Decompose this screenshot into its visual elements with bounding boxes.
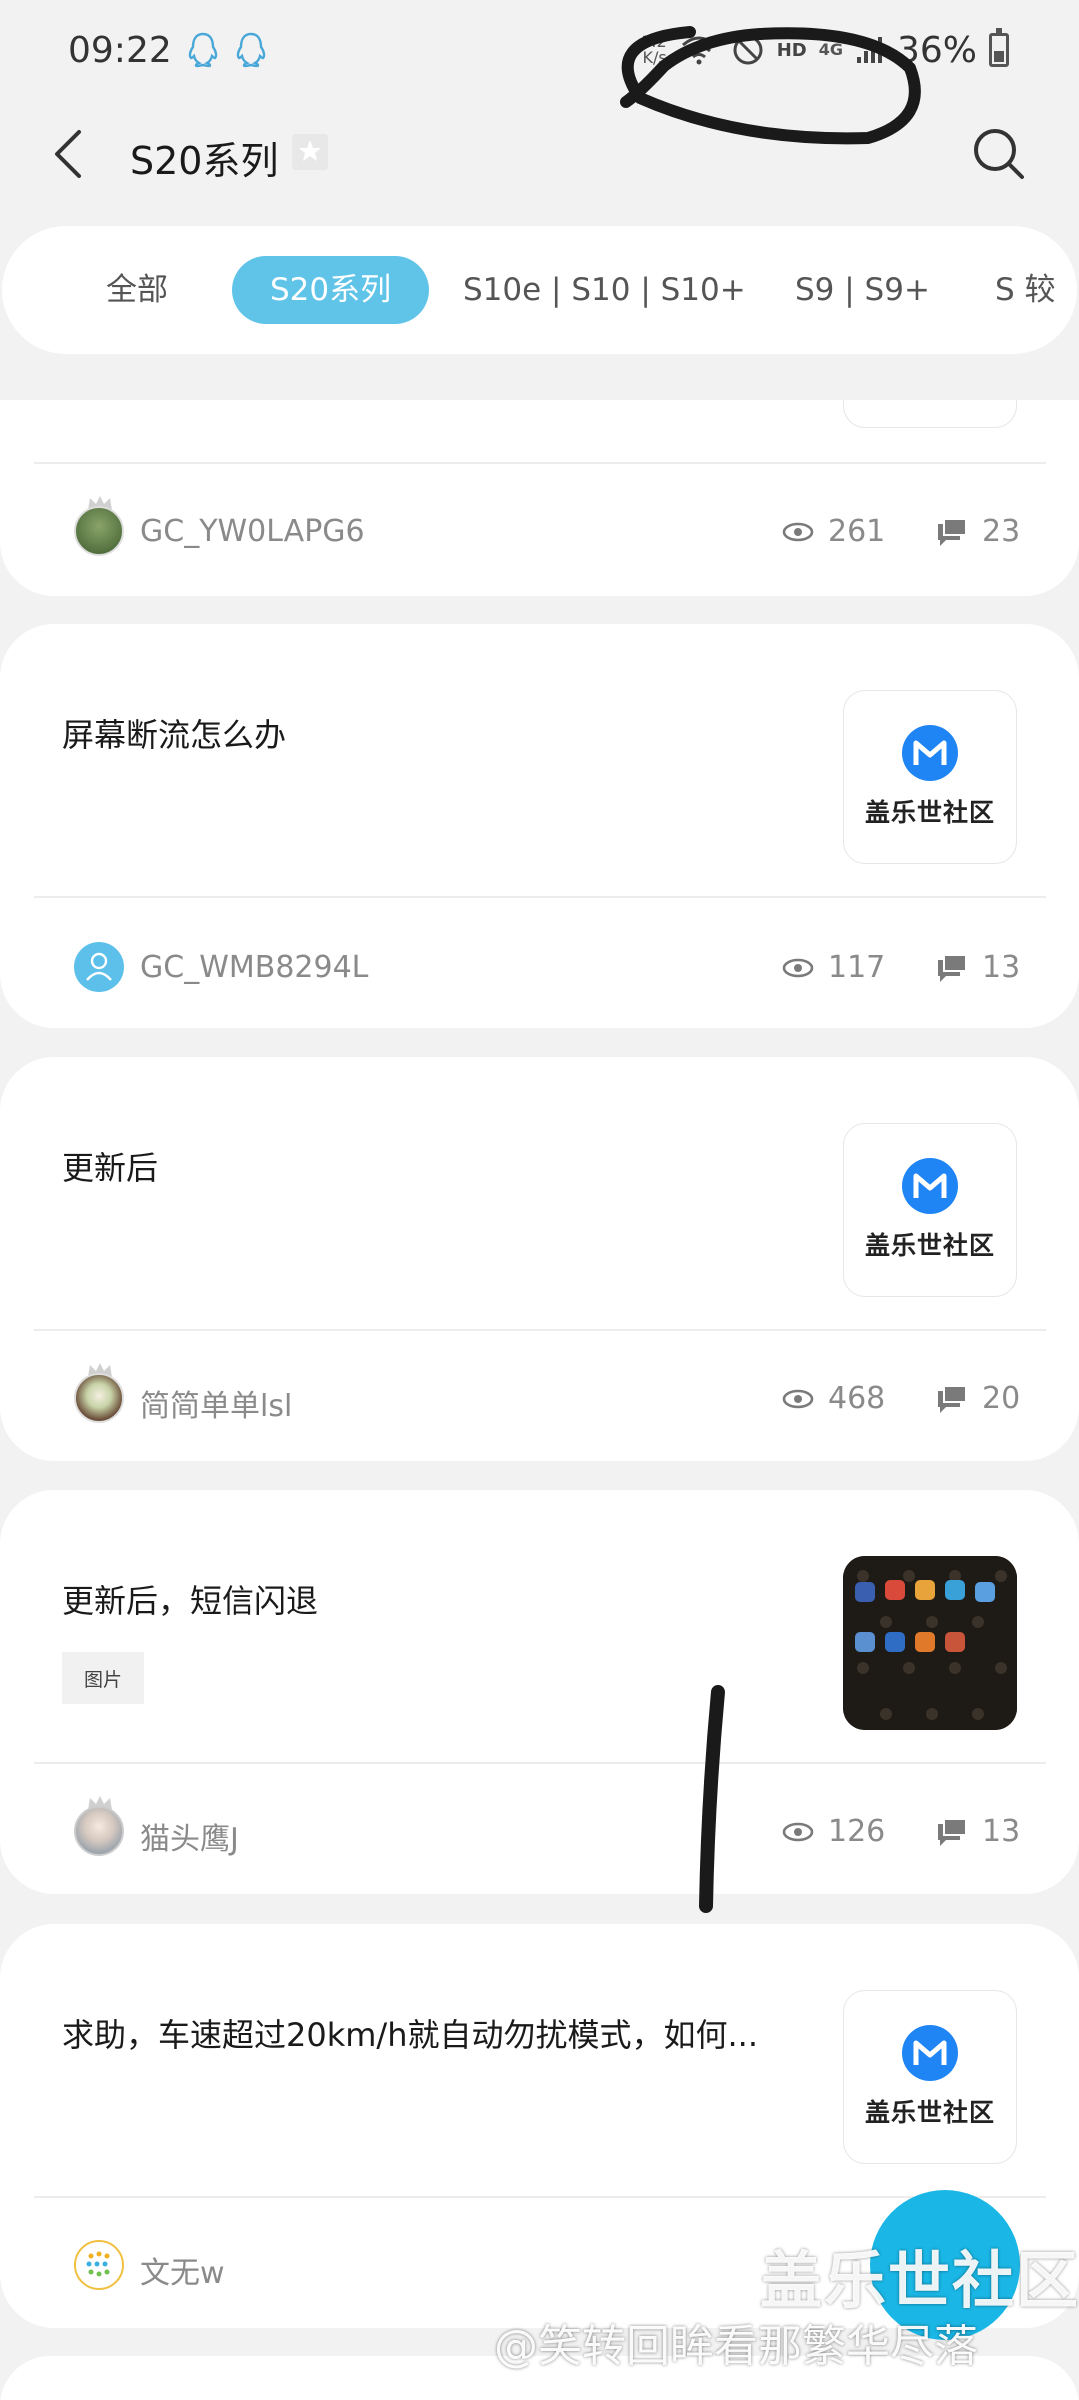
battery-icon <box>989 28 1009 67</box>
qq-notification-icon <box>188 32 217 68</box>
tab-s9[interactable]: S9 | S9+ <box>795 256 930 324</box>
post-card[interactable]: 更新后，短信闪退 图片 猫头鹰J 126 13 <box>0 1490 1079 1894</box>
view-count-value: 261 <box>828 514 886 549</box>
tab-s-more[interactable]: S 较 <box>995 256 1056 324</box>
avatar[interactable] <box>74 942 124 992</box>
thumbnail-logo-text: 盖乐世社区 <box>864 2098 995 2127</box>
tab-s10[interactable]: S10e | S10 | S10+ <box>463 256 746 324</box>
status-left: 09:22 <box>68 30 268 71</box>
divider <box>34 896 1046 898</box>
post-title[interactable]: 求助，车速超过20km/h就自动勿扰模式，如何... <box>62 2010 758 2056</box>
comment-count: 13 <box>936 1814 1020 1849</box>
post-card[interactable]: 屏幕断流怎么办 盖乐世社区 GC_WMB8294L 117 13 <box>0 624 1079 1028</box>
thumbnail-logo-text: 盖乐世社区 <box>864 798 995 827</box>
post-title[interactable]: 更新后，短信闪退 <box>62 1576 318 1622</box>
post-title[interactable]: 更新后 <box>62 1143 158 1189</box>
post-card[interactable]: GC_YW0LAPG6 261 23 <box>0 400 1079 596</box>
divider <box>34 1762 1046 1764</box>
phone-screenshot-thumbnail <box>843 1556 1017 1730</box>
author-name[interactable]: 文无w <box>140 2248 225 2292</box>
signal-icon <box>856 37 882 63</box>
image-tag: 图片 <box>62 1652 144 1704</box>
comment-icon <box>938 517 967 546</box>
net-speed-unit: K/s <box>642 48 667 67</box>
view-count: 261 <box>782 514 885 549</box>
view-count-value: 117 <box>828 950 886 985</box>
status-bar: 09:22 1.2 K/s HD 4G 36% <box>0 0 1079 100</box>
author-name[interactable]: GC_WMB8294L <box>140 950 368 985</box>
wifi-icon <box>681 36 716 65</box>
author-name[interactable]: 猫头鹰J <box>140 1814 239 1858</box>
view-count-value: 126 <box>828 1814 886 1849</box>
default-user-icon <box>86 952 112 981</box>
status-time: 09:22 <box>68 29 172 71</box>
do-not-disturb-icon <box>733 35 763 65</box>
page-title: S20系列 <box>130 139 279 183</box>
comment-count: 13 <box>936 950 1020 985</box>
comment-count-value: 13 <box>982 1814 1021 1849</box>
tab-all[interactable]: 全部 <box>106 256 168 324</box>
divider <box>34 1329 1046 1331</box>
author-name[interactable]: GC_YW0LAPG6 <box>140 514 365 549</box>
post-thumbnail[interactable] <box>843 1556 1017 1730</box>
samsung-members-logo-icon <box>902 2025 958 2081</box>
samsung-members-logo-icon <box>902 1158 958 1214</box>
comment-icon <box>938 953 967 982</box>
view-count: 126 <box>782 1814 885 1849</box>
battery-percent: 36% <box>896 29 977 71</box>
chevron-left-icon <box>55 130 81 178</box>
search-icon[interactable] <box>969 124 1029 184</box>
watermark-subtitle: @笑转回眸看那繁华尽落 <box>494 2321 978 2372</box>
eye-icon <box>782 958 814 977</box>
comment-icon <box>938 1384 967 1413</box>
tab-s20[interactable]: S20系列 <box>232 256 430 324</box>
avatar[interactable] <box>74 506 124 556</box>
comment-count: 20 <box>936 1381 1020 1416</box>
post-thumbnail <box>843 400 1017 428</box>
network-type: 4G <box>818 40 843 59</box>
post-thumbnail[interactable]: 盖乐世社区 <box>843 690 1017 864</box>
post-card[interactable]: 更新后 盖乐世社区 简简单单lsl 468 20 <box>0 1057 1079 1461</box>
comment-count-value: 13 <box>982 950 1021 985</box>
view-count: 117 <box>782 950 885 985</box>
dotted-avatar-icon <box>86 2251 110 2277</box>
view-count-value: 468 <box>828 1381 886 1416</box>
thumbnail-logo-text: 盖乐世社区 <box>864 1231 995 1260</box>
divider <box>34 462 1046 464</box>
comment-count-value: 23 <box>982 514 1021 549</box>
back-button[interactable] <box>44 122 92 186</box>
app-header: S20系列 <box>0 100 1079 210</box>
eye-icon <box>782 1822 814 1841</box>
favorite-star-icon[interactable] <box>292 134 328 170</box>
qq-notification-icon-2 <box>236 32 265 68</box>
post-thumbnail[interactable]: 盖乐世社区 <box>843 1123 1017 1297</box>
author-name[interactable]: 简简单单lsl <box>140 1381 292 1425</box>
status-right: 1.2 K/s HD 4G 36% <box>641 28 1009 71</box>
avatar[interactable] <box>74 1806 124 1856</box>
hd-indicator: HD <box>776 39 807 61</box>
watermark-title: 盖乐世社区 <box>760 2244 1079 2317</box>
comment-count: 23 <box>936 514 1020 549</box>
comment-count-value: 20 <box>982 1381 1021 1416</box>
avatar[interactable] <box>74 2240 124 2290</box>
net-speed: 1.2 K/s <box>641 34 666 66</box>
post-thumbnail[interactable]: 盖乐世社区 <box>843 1990 1017 2164</box>
divider <box>34 2196 1046 2198</box>
comment-icon <box>938 1817 967 1846</box>
category-tabs: 全部 S20系列 S10e | S10 | S10+ S9 | S9+ S 较 <box>2 226 1077 354</box>
eye-icon <box>782 522 814 541</box>
view-count: 468 <box>782 1381 885 1416</box>
post-title[interactable]: 屏幕断流怎么办 <box>62 710 286 756</box>
samsung-members-logo-icon <box>902 725 958 781</box>
eye-icon <box>782 1389 814 1408</box>
avatar[interactable] <box>74 1373 124 1423</box>
